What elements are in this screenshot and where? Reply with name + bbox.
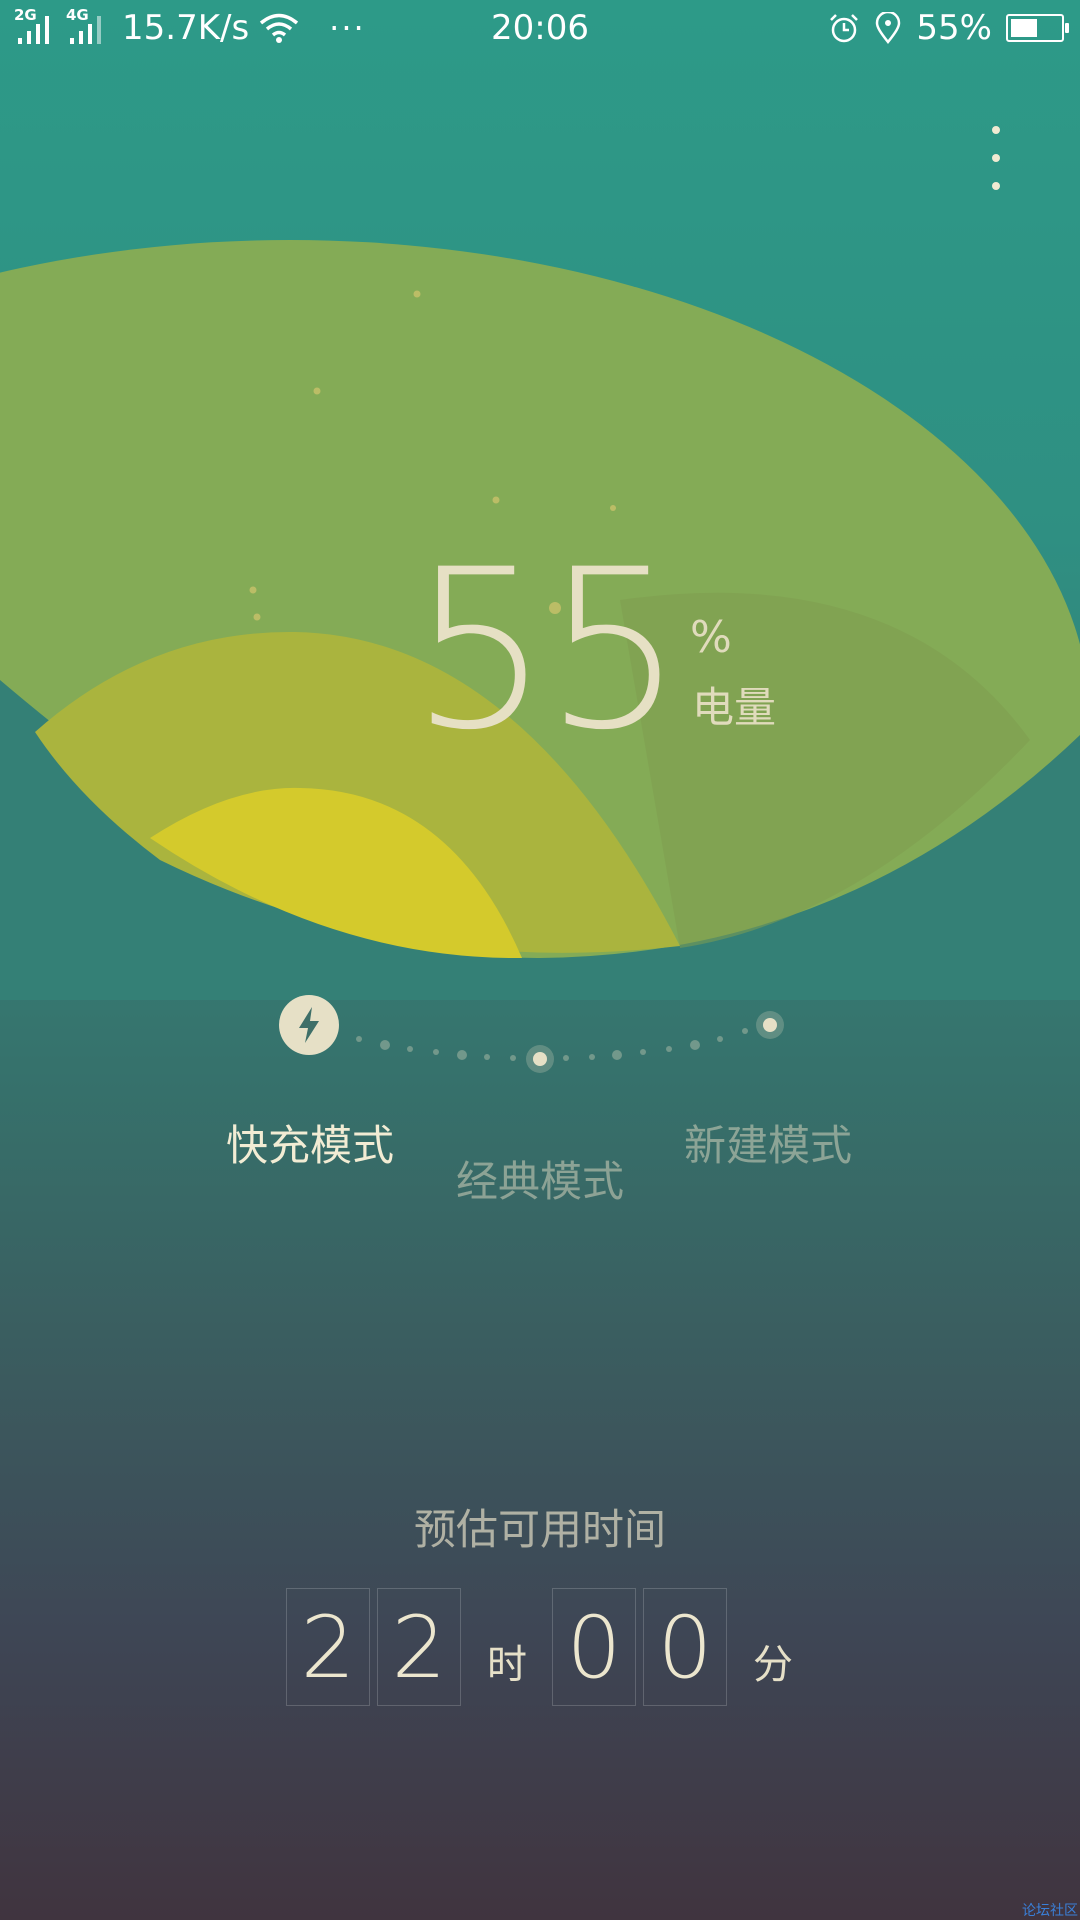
battery-label: 电量 [692,683,777,732]
battery-level-value: 55 [410,522,684,778]
mode-slider-track[interactable] [0,1000,1080,1100]
mode-new[interactable]: 新建模式 [638,1112,898,1173]
mode-fast-charge[interactable]: 快充模式 [180,1112,440,1173]
hour-unit: 时 [487,1642,527,1688]
hour-digit-2: 2 [377,1588,461,1706]
hour-digit-1: 2 [286,1588,370,1706]
battery-level-graphic [0,240,1080,1000]
estimate-label: 预估可用时间 [413,1505,666,1554]
minute-digit-2: 0 [643,1588,727,1706]
mode-stop-fast[interactable] [279,995,339,1055]
battery-unit: % [690,612,732,663]
watermark: 论坛社区 [1022,1903,1078,1919]
lightning-icon [299,1007,319,1043]
minute-unit: 分 [753,1642,793,1688]
minute-digit-1: 0 [552,1588,636,1706]
mode-classic[interactable]: 经典模式 [410,1148,670,1209]
